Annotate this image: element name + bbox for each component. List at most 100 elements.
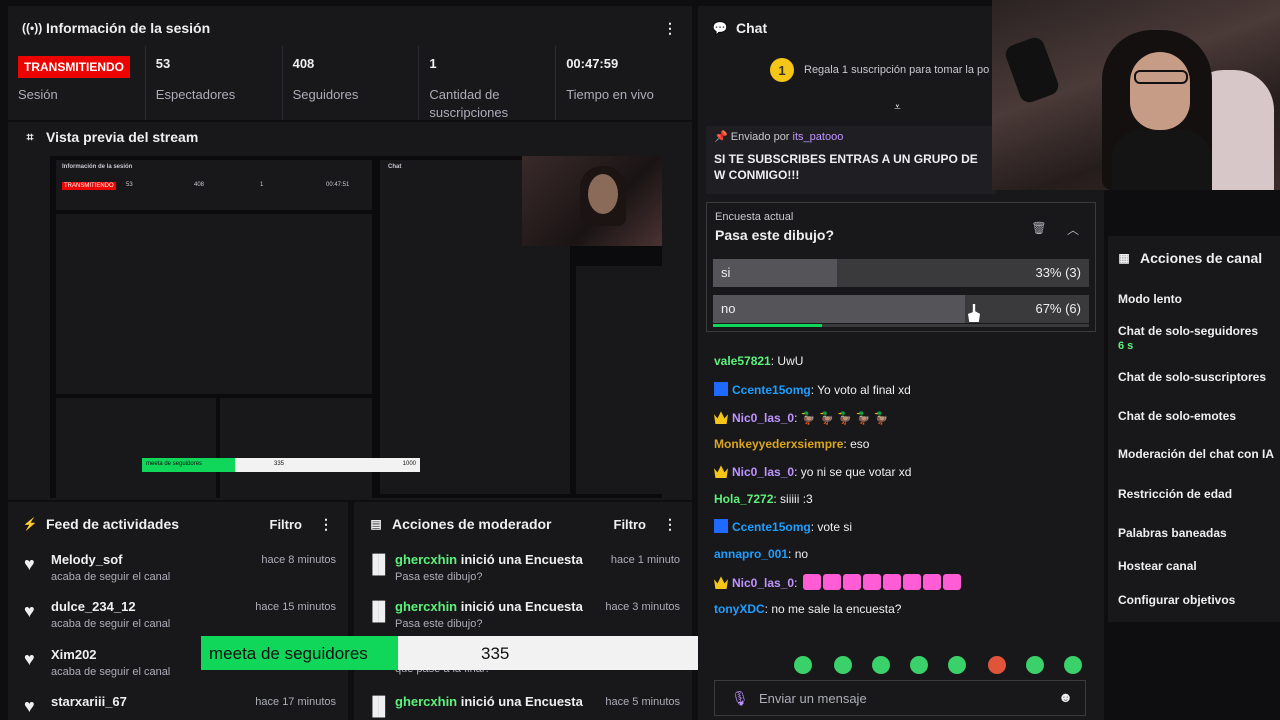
heart-icon: ♥ <box>24 554 35 574</box>
chat-username[interactable]: Nic0_las_0 <box>732 411 794 425</box>
emote-icon[interactable] <box>834 656 852 674</box>
chat-text: : <box>794 576 801 590</box>
feed-user[interactable]: dulce_234_12 <box>51 599 136 614</box>
feed-user[interactable]: Melody_sof <box>51 552 123 567</box>
emote-icon[interactable] <box>988 656 1006 674</box>
stat-viewers: 53 Espectadores <box>144 46 282 120</box>
heart-icon: ♥ <box>24 649 35 669</box>
pinned-user[interactable]: its_patooo <box>793 131 844 143</box>
mod-action: inició una Encuesta <box>460 599 583 614</box>
action-configure-goals[interactable]: Configurar objetivos <box>1118 593 1235 607</box>
emote-icon[interactable] <box>872 656 890 674</box>
action-banned-words[interactable]: Palabras baneadas <box>1118 526 1227 540</box>
activity-feed-panel: ⚡ Feed de actividades Filtro ⋮ ♥ Melody_… <box>8 502 348 720</box>
chat-username[interactable]: Ccente15omg <box>732 520 811 534</box>
chat-text: : yo ni se que votar xd <box>794 465 912 479</box>
poll-option-fill <box>713 295 965 323</box>
chat-username[interactable]: Hola_7272 <box>714 492 773 506</box>
bolt-badge-icon <box>714 519 728 533</box>
mod-action: inició una Encuesta <box>460 694 583 709</box>
poll-timer-bar <box>713 324 1089 327</box>
microphone-arm <box>1002 34 1062 106</box>
chat-message: Hola_7272: siiiii :3 <box>714 492 813 506</box>
chat-username[interactable]: Nic0_las_0 <box>732 465 794 479</box>
feed-filter-button[interactable]: Filtro <box>270 517 303 532</box>
mod-header: ▤ Acciones de moderador Filtro ⋮ <box>354 502 692 546</box>
stat-value: 00:47:59 <box>566 56 619 71</box>
chat-message: vale57821: UwU <box>714 354 803 368</box>
poll-option[interactable]: si 33% (3) <box>713 259 1089 287</box>
mod-item: ▐▌ ghercxhin inició una Encuesta hace 5 … <box>354 690 692 720</box>
emote-icon[interactable] <box>1064 656 1082 674</box>
chat-message: Nic0_las_0: <box>714 574 961 590</box>
feed-action: acaba de seguir el canal <box>51 618 171 630</box>
action-host-channel[interactable]: Hostear canal <box>1118 559 1197 573</box>
goal-current: 335 <box>481 644 510 663</box>
more-options-icon[interactable]: ⋮ <box>662 20 678 37</box>
emote-icon[interactable] <box>948 656 966 674</box>
emote-icon[interactable] <box>794 656 812 674</box>
action-age-restriction[interactable]: Restricción de edad <box>1118 487 1232 501</box>
chat-message: Monkeyyederxsiempre: eso <box>714 437 869 451</box>
stat-subscriptions: 1 Cantidad de suscripciones <box>418 46 555 120</box>
smiley-icon[interactable]: ☻ <box>1058 689 1073 705</box>
mini-session-title: Información de la sesión <box>62 164 133 170</box>
mini-preview-panel <box>56 214 372 394</box>
feed-user[interactable]: starxariii_67 <box>51 694 127 709</box>
chevron-up-icon[interactable]: ︿ <box>1059 221 1087 243</box>
action-slow-mode[interactable]: Modo lento <box>1118 292 1182 306</box>
emote-icon <box>802 574 821 590</box>
chat-username[interactable]: Nic0_las_0 <box>732 576 794 590</box>
poll-timer-fill <box>713 324 823 327</box>
mini-feed-panel <box>56 398 216 498</box>
session-title: Información de la sesión <box>46 20 211 36</box>
feed-action: acaba de seguir el canal <box>51 571 171 583</box>
chat-message: Nic0_las_0: 🦆 🦆 🦆 🦆 🦆 <box>714 410 889 425</box>
mod-item: ▐▌ ghercxhin inició una Encuesta Pasa es… <box>354 548 692 594</box>
poll-option[interactable]: no 67% (6) <box>713 295 1089 323</box>
chat-text: : vote si <box>810 520 853 534</box>
more-options-icon[interactable]: ⋮ <box>662 516 678 533</box>
mod-item: ▐▌ ghercxhin inició una Encuesta Pasa es… <box>354 595 692 641</box>
chat-username[interactable]: Monkeyyederxsiempre <box>714 437 843 451</box>
poll-option-fill <box>713 259 838 287</box>
mod-title: Acciones de moderador <box>392 516 552 532</box>
mod-filter-button[interactable]: Filtro <box>614 517 647 532</box>
chat-username[interactable]: annapro_001 <box>714 547 788 561</box>
microphone-icon[interactable]: 🎙 <box>731 690 749 707</box>
more-options-icon[interactable]: ⋮ <box>318 516 334 533</box>
collapse-icon[interactable]: ⩡ <box>894 100 901 115</box>
session-info-panel: ((•)) Información de la sesión ⋮ TRANSMI… <box>8 6 692 120</box>
emote-icon <box>882 574 901 590</box>
action-subscribers-only[interactable]: Chat de solo-suscriptores <box>1118 370 1266 384</box>
gift-sub-banner[interactable]: 1 Regala 1 suscripción para tomar la po <box>770 58 989 82</box>
chat-message: Ccente15omg: Yo voto al final xd <box>714 382 911 397</box>
stat-label: Seguidores <box>292 87 359 102</box>
crown-badge-icon <box>714 465 728 478</box>
action-followers-only[interactable]: Chat de solo-seguidores 6 s <box>1118 324 1258 352</box>
emote-icon[interactable] <box>910 656 928 674</box>
feed-user[interactable]: Xim202 <box>51 647 97 662</box>
webcam-overlay <box>992 0 1280 190</box>
mod-user[interactable]: ghercxhin <box>395 694 457 709</box>
stat-label: Cantidad de suscripciones <box>429 87 509 120</box>
mod-user[interactable]: ghercxhin <box>395 552 457 567</box>
stream-preview-image[interactable]: Información de la sesión TRANSMITIENDO 5… <box>50 156 662 498</box>
mini-live-badge: TRANSMITIENDO <box>62 182 116 190</box>
action-ai-moderation[interactable]: Moderación del chat con IA <box>1118 447 1274 461</box>
chat-text: : no <box>788 547 809 561</box>
feed-time: hace 8 minutos <box>261 554 336 566</box>
mini-stat: 00:47:51 <box>326 182 350 188</box>
emote-icon[interactable] <box>1026 656 1044 674</box>
channel-actions-panel: ▦ Acciones de canal Modo lento Chat de s… <box>1108 236 1280 622</box>
chat-username[interactable]: vale57821 <box>714 354 771 368</box>
feed-action: acaba de seguir el canal <box>51 666 171 678</box>
mod-actions-panel: ▤ Acciones de moderador Filtro ⋮ ▐▌ gher… <box>354 502 692 720</box>
action-emotes-only[interactable]: Chat de solo-emotes <box>1118 409 1236 423</box>
chat-username[interactable]: tonyXDC <box>714 602 765 616</box>
chat-username[interactable]: Ccente15omg <box>732 383 811 397</box>
trash-icon[interactable]: 🗑 <box>1025 221 1053 243</box>
mod-user[interactable]: ghercxhin <box>395 599 457 614</box>
mini-goal-current: 335 <box>274 461 285 467</box>
chat-input[interactable]: 🎙 Enviar un mensaje ☻ <box>714 680 1086 716</box>
